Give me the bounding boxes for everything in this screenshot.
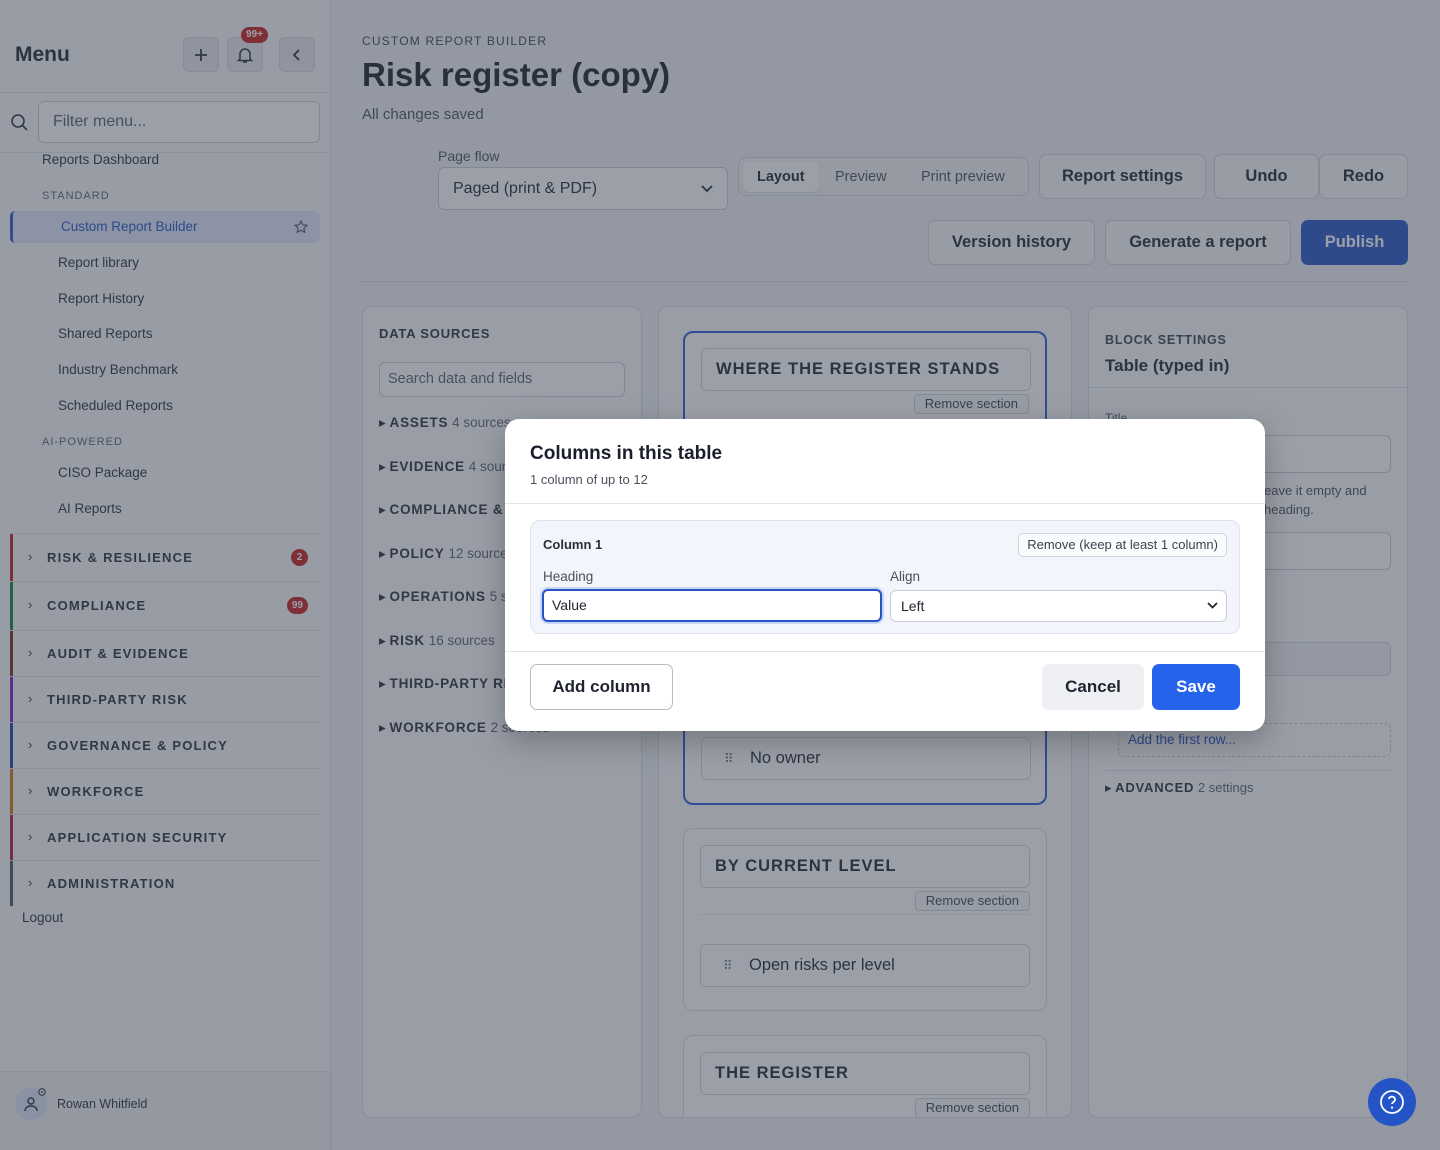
columns-dialog: Columns in this table 1 column of up to …	[505, 419, 1265, 731]
heading-input[interactable]: Value	[542, 589, 882, 622]
chevron-down-icon	[1207, 602, 1218, 609]
dialog-title: Columns in this table	[530, 443, 723, 464]
divider	[505, 503, 1265, 504]
cancel-button[interactable]: Cancel	[1042, 664, 1144, 710]
dialog-subtitle: 1 column of up to 12	[530, 472, 648, 487]
help-button[interactable]	[1368, 1078, 1416, 1126]
help-icon	[1380, 1090, 1404, 1114]
save-button[interactable]: Save	[1152, 664, 1240, 710]
divider	[505, 651, 1265, 652]
align-label: Align	[890, 569, 921, 584]
align-select[interactable]: Left	[890, 590, 1227, 622]
align-value: Left	[901, 598, 925, 614]
column-editor: Column 1 Remove (keep at least 1 column)…	[530, 520, 1240, 634]
column-title: Column 1	[543, 537, 603, 552]
heading-label: Heading	[543, 569, 594, 584]
add-column-button[interactable]: Add column	[530, 664, 673, 710]
remove-column-button[interactable]: Remove (keep at least 1 column)	[1018, 533, 1227, 557]
